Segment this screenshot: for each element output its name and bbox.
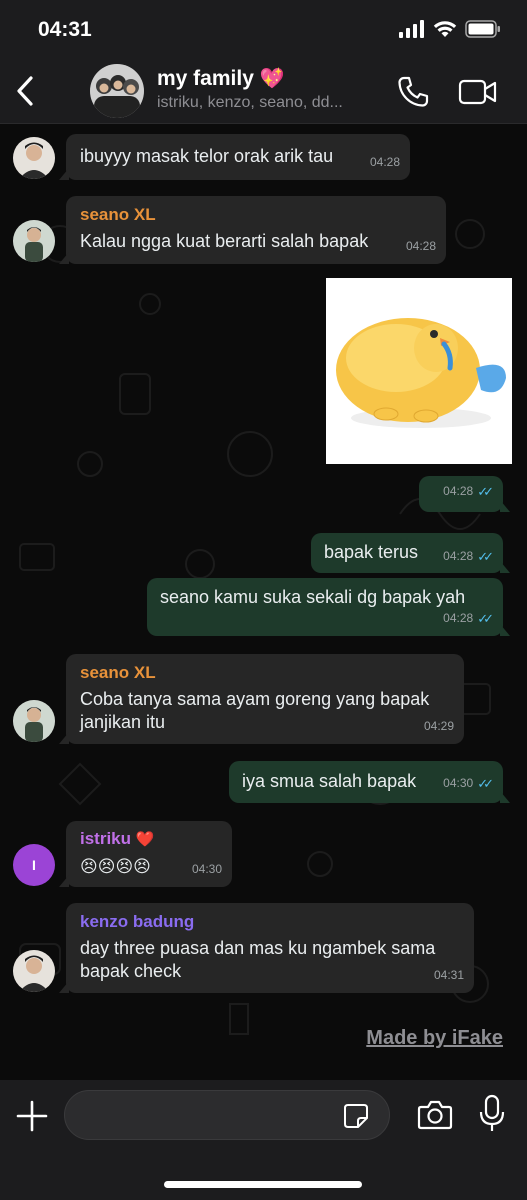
group-title: my family 💖	[157, 66, 382, 91]
microphone-button[interactable]	[478, 1094, 506, 1134]
wifi-icon	[433, 21, 457, 37]
message-bubble-7[interactable]: iya smua salah bapak 04:30 ✓✓	[229, 761, 510, 803]
message-time: 04:28	[443, 484, 474, 498]
sticker-button[interactable]	[342, 1102, 370, 1130]
message-meta: 04:28	[370, 151, 400, 174]
crying-chick-icon	[326, 278, 512, 464]
microphone-icon	[479, 1094, 505, 1131]
camera-icon	[417, 1100, 453, 1130]
message-time: 04:30	[443, 776, 474, 790]
read-receipt-icon: ✓✓	[477, 484, 494, 499]
message-text: Kalau ngga kuat berarti salah bapak	[80, 231, 369, 251]
message-time: 04:28	[405, 239, 436, 253]
message-time: 04:29	[423, 719, 454, 733]
message-time: 04:28	[443, 611, 474, 625]
message-meta: 04:29	[424, 715, 454, 738]
back-chevron-icon	[17, 76, 33, 106]
message-time: 04:31	[433, 968, 464, 982]
sender-name: seano XL	[80, 663, 156, 682]
sticker-icon	[344, 1104, 368, 1128]
sender-avatar-kenzo[interactable]	[13, 950, 55, 992]
sender-avatar-seano[interactable]	[13, 220, 55, 262]
message-bubble-4[interactable]: bapak terus 04:28 ✓✓	[311, 533, 510, 573]
sender-name: istriku ❤️	[80, 827, 218, 851]
watermark[interactable]: Made by iFake	[366, 1027, 503, 1050]
video-call-button[interactable]	[458, 76, 498, 108]
group-title-text: my family	[157, 66, 254, 90]
signal-icon	[399, 20, 424, 38]
message-text: day three puasa dan mas ku ngambek sama …	[80, 938, 436, 981]
message-meta: 04:31	[434, 964, 464, 987]
sender-name: kenzo badung	[80, 912, 195, 931]
camera-button[interactable]	[417, 1098, 453, 1132]
avatar-photo-icon	[13, 137, 55, 179]
message-bubble-8[interactable]: istriku ❤️ 😣😣😣😣 04:30	[59, 821, 232, 887]
message-time: 04:28	[443, 549, 474, 563]
chat-header: my family 💖 istriku, kenzo, seano, dd...	[0, 58, 527, 124]
avatar-photo-icon	[13, 950, 55, 992]
message-bubble-1[interactable]: ibuyyy masak telor orak arik tau 04:28	[59, 134, 410, 180]
read-receipt-icon: ✓✓	[477, 776, 494, 791]
status-time: 04:31	[38, 18, 92, 41]
message-meta: 04:28 ✓✓	[443, 607, 494, 630]
sender-avatar-seano[interactable]	[13, 700, 55, 742]
phone-icon	[398, 76, 429, 107]
message-time: 04:30	[191, 862, 222, 876]
message-meta: 04:30	[192, 858, 222, 881]
status-icons	[399, 20, 501, 38]
group-avatar[interactable]	[90, 64, 144, 118]
avatar-photo-icon	[13, 220, 55, 262]
message-bubble-6[interactable]: seano XL Coba tanya sama ayam goreng yan…	[59, 654, 464, 744]
back-button[interactable]	[10, 72, 40, 110]
sender-name-text: istriku	[80, 829, 132, 848]
red-heart-icon: ❤️	[135, 831, 155, 848]
group-photo-icon	[90, 64, 144, 118]
home-indicator[interactable]	[164, 1181, 362, 1188]
message-meta: 04:28	[406, 235, 436, 258]
message-text: ibuyyy masak telor orak arik tau	[80, 146, 334, 166]
plus-icon	[16, 1100, 48, 1132]
message-bubble-5[interactable]: seano kamu suka sekali dg bapak yah 04:2…	[147, 578, 510, 636]
voice-call-button[interactable]	[396, 75, 430, 109]
sparkling-heart-icon: 💖	[259, 68, 285, 90]
group-members: istriku, kenzo, seano, dd...	[157, 94, 343, 111]
sender-avatar-kenzo[interactable]	[13, 137, 55, 179]
message-meta: 04:28 ✓✓	[443, 545, 494, 568]
read-receipt-icon: ✓✓	[477, 611, 494, 626]
avatar-photo-icon	[13, 700, 55, 742]
message-text: seano kamu suka sekali dg bapak yah	[160, 587, 466, 607]
sender-avatar-istriku[interactable]: I	[13, 844, 55, 886]
status-bar: 04:31	[0, 0, 527, 58]
sender-name: seano XL	[80, 205, 156, 224]
group-info[interactable]: my family 💖 istriku, kenzo, seano, dd...	[157, 66, 382, 112]
message-bubble-3[interactable]: 04:28 ✓✓	[419, 476, 510, 512]
crying-chick-sticker[interactable]	[326, 278, 512, 464]
message-meta: 04:30 ✓✓	[443, 772, 494, 795]
message-time: 04:28	[369, 155, 400, 169]
read-receipt-icon: ✓✓	[477, 549, 494, 564]
message-bubble-9[interactable]: kenzo badung day three puasa dan mas ku …	[59, 903, 474, 993]
attach-button[interactable]	[14, 1098, 50, 1134]
message-meta: 04:28 ✓✓	[443, 480, 494, 503]
message-bubble-2[interactable]: seano XL Kalau ngga kuat berarti salah b…	[59, 196, 446, 264]
message-text: Coba tanya sama ayam goreng yang bapak j…	[80, 689, 430, 732]
video-camera-icon	[458, 79, 497, 105]
chat-area[interactable]: ibuyyy masak telor orak arik tau 04:28 s…	[0, 124, 527, 1080]
battery-icon	[465, 20, 500, 38]
